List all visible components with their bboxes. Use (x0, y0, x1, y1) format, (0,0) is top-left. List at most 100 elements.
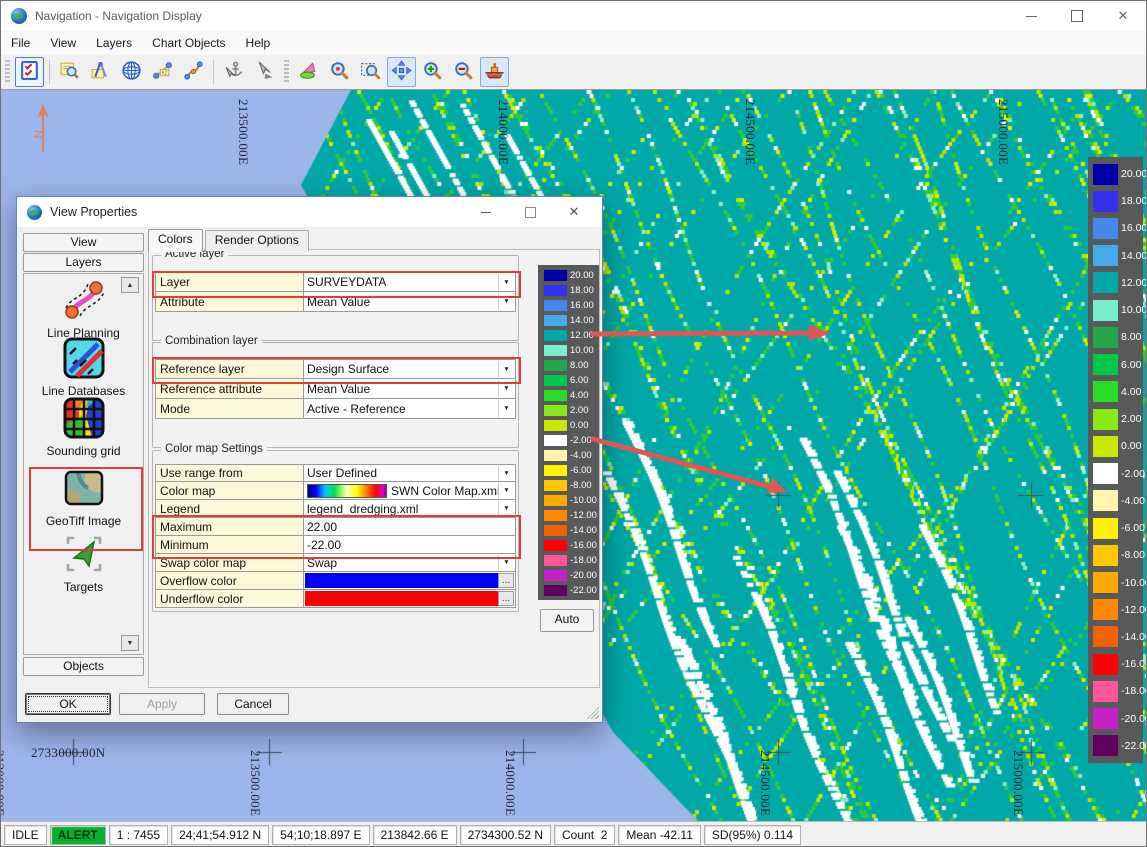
close-button[interactable]: ✕ (1100, 1, 1146, 31)
property-value[interactable]: Mean Value▼ (304, 379, 515, 398)
legend-entry: -14.00 (1088, 626, 1143, 648)
legend-value: 4.00 (1121, 386, 1141, 398)
cancel-button[interactable]: Cancel (217, 693, 289, 715)
tab-colors[interactable]: Colors (148, 229, 203, 252)
legend-value: 14.00 (1121, 250, 1147, 262)
legend-entry: -2.00 (1088, 463, 1143, 485)
beacon-cone-button[interactable] (294, 57, 323, 87)
legend-value: -10.00 (1121, 577, 1147, 589)
property-value[interactable]: -22.00 (304, 536, 515, 553)
sidebar-item-sounding-grid[interactable]: Sounding grid (24, 396, 143, 458)
dialog-minimize-button[interactable] (464, 197, 508, 227)
north-arrow-icon: N (29, 100, 69, 160)
chevron-down-icon[interactable]: ▼ (498, 380, 514, 397)
property-value[interactable]: ... (304, 572, 515, 589)
property-value[interactable]: 22.00 (304, 518, 515, 535)
color-picker-button[interactable]: ... (498, 591, 514, 606)
sidebar-item-line-databases[interactable]: Line Databases (24, 336, 143, 398)
minimize-button[interactable] (1008, 1, 1054, 31)
auto-button[interactable]: Auto (540, 609, 594, 632)
menu-bar: FileViewLayersChart ObjectsHelp (1, 31, 1146, 56)
zoom-in-button[interactable] (418, 57, 447, 87)
combination-layer-group-title: Combination layer (161, 335, 262, 347)
chevron-down-icon[interactable]: ▼ (498, 361, 514, 377)
color-map-preview (307, 484, 387, 498)
measure-line-icon: 62 (152, 60, 173, 84)
property-value[interactable]: Active - Reference▼ (304, 399, 515, 418)
zoom-magnifier-button[interactable] (325, 57, 354, 87)
legend-value: 6.00 (570, 375, 589, 386)
legend-entry: -22.00 (538, 584, 599, 596)
menu-item-file[interactable]: File (1, 33, 40, 53)
chevron-down-icon[interactable]: ▼ (498, 293, 514, 310)
zoom-window-button[interactable] (356, 57, 385, 87)
toolbar-grip[interactable] (284, 60, 289, 84)
beacon-cone-icon (298, 60, 319, 84)
property-value[interactable]: SURVEYDATA▼ (304, 273, 515, 291)
property-value[interactable]: User Defined▼ (304, 465, 515, 481)
legend-entry: -4.00 (538, 449, 599, 461)
menu-item-help[interactable]: Help (236, 33, 281, 53)
toolbar-grip[interactable] (5, 60, 10, 84)
legend-entry: 20.00 (538, 269, 599, 281)
legend-swatch (1093, 436, 1118, 457)
maximize-button[interactable] (1054, 1, 1100, 31)
property-value[interactable]: legend_dredging.xml▼ (304, 500, 515, 517)
chevron-down-icon[interactable]: ▼ (498, 483, 514, 498)
legend-swatch (1093, 191, 1118, 212)
checklist-button[interactable] (15, 57, 44, 87)
legend-swatch (544, 585, 567, 596)
ok-button[interactable]: OK (25, 693, 111, 715)
menu-item-layers[interactable]: Layers (86, 33, 142, 53)
dialog-title-bar[interactable]: View Properties ✕ (17, 197, 602, 228)
legend-value: -4.00 (1121, 495, 1145, 507)
grid-coordinate-label: 213500.00E (247, 750, 263, 816)
dialog-maximize-button[interactable] (508, 197, 552, 227)
view-nav-button[interactable]: View (23, 233, 144, 252)
legend-swatch (1093, 545, 1118, 566)
dialog-close-button[interactable]: ✕ (552, 197, 596, 227)
dialog-left-panel: View Layers Line PlanningLine DatabasesS… (23, 233, 144, 676)
chevron-down-icon[interactable]: ▼ (498, 400, 514, 417)
sidebar-item-targets[interactable]: Targets (24, 532, 143, 594)
route-button[interactable] (179, 57, 208, 87)
globe-button[interactable] (117, 57, 146, 87)
compass-button[interactable] (86, 57, 115, 87)
layers-nav-button[interactable]: Layers (23, 253, 144, 272)
pan-button[interactable] (387, 57, 416, 87)
grid-coordinate-label: 214500.00E (742, 99, 758, 165)
document-find-button[interactable] (55, 57, 84, 87)
chevron-down-icon[interactable]: ▼ (498, 555, 514, 570)
scroll-down-button[interactable]: ▼ (121, 635, 139, 651)
objects-nav-button[interactable]: Objects (23, 657, 144, 676)
property-label: Layer (156, 273, 304, 291)
combination-layer-group: Combination layer Reference layerDesign … (152, 342, 519, 448)
color-picker-button[interactable]: ... (498, 573, 514, 588)
menu-item-view[interactable]: View (40, 33, 86, 53)
measure-line-button[interactable]: 62 (148, 57, 177, 87)
grid-coordinate-label: 2733000.00N (31, 745, 105, 761)
select-cursor-button[interactable] (250, 57, 279, 87)
scroll-up-button[interactable]: ▲ (121, 277, 139, 293)
legend-value: -12.00 (570, 510, 597, 521)
legend-entry: 4.00 (1088, 381, 1143, 403)
property-value[interactable]: SWN Color Map.xml▼ (304, 482, 515, 499)
legend-value: -20.00 (1121, 713, 1147, 725)
property-value[interactable]: Mean Value▼ (304, 292, 515, 311)
zoom-out-button[interactable] (449, 57, 478, 87)
menu-item-chart-objects[interactable]: Chart Objects (142, 33, 235, 53)
tab-render-options[interactable]: Render Options (205, 230, 309, 251)
property-value[interactable]: ... (304, 590, 515, 607)
chevron-down-icon[interactable]: ▼ (498, 274, 514, 290)
property-value[interactable]: Design Surface▼ (304, 360, 515, 378)
anchor-cursor-button[interactable] (219, 57, 248, 87)
apply-button[interactable]: Apply (119, 693, 205, 715)
property-value[interactable]: Swap▼ (304, 554, 515, 571)
property-label: Mode (156, 399, 304, 418)
boat-button[interactable] (480, 57, 509, 87)
legend-entry: 10.00 (538, 344, 599, 356)
sidebar-item-geotiff-image[interactable]: GeoTiff Image (24, 466, 143, 528)
chevron-down-icon[interactable]: ▼ (498, 501, 514, 516)
dialog-resize-grip[interactable] (587, 707, 599, 719)
chevron-down-icon[interactable]: ▼ (498, 466, 514, 480)
